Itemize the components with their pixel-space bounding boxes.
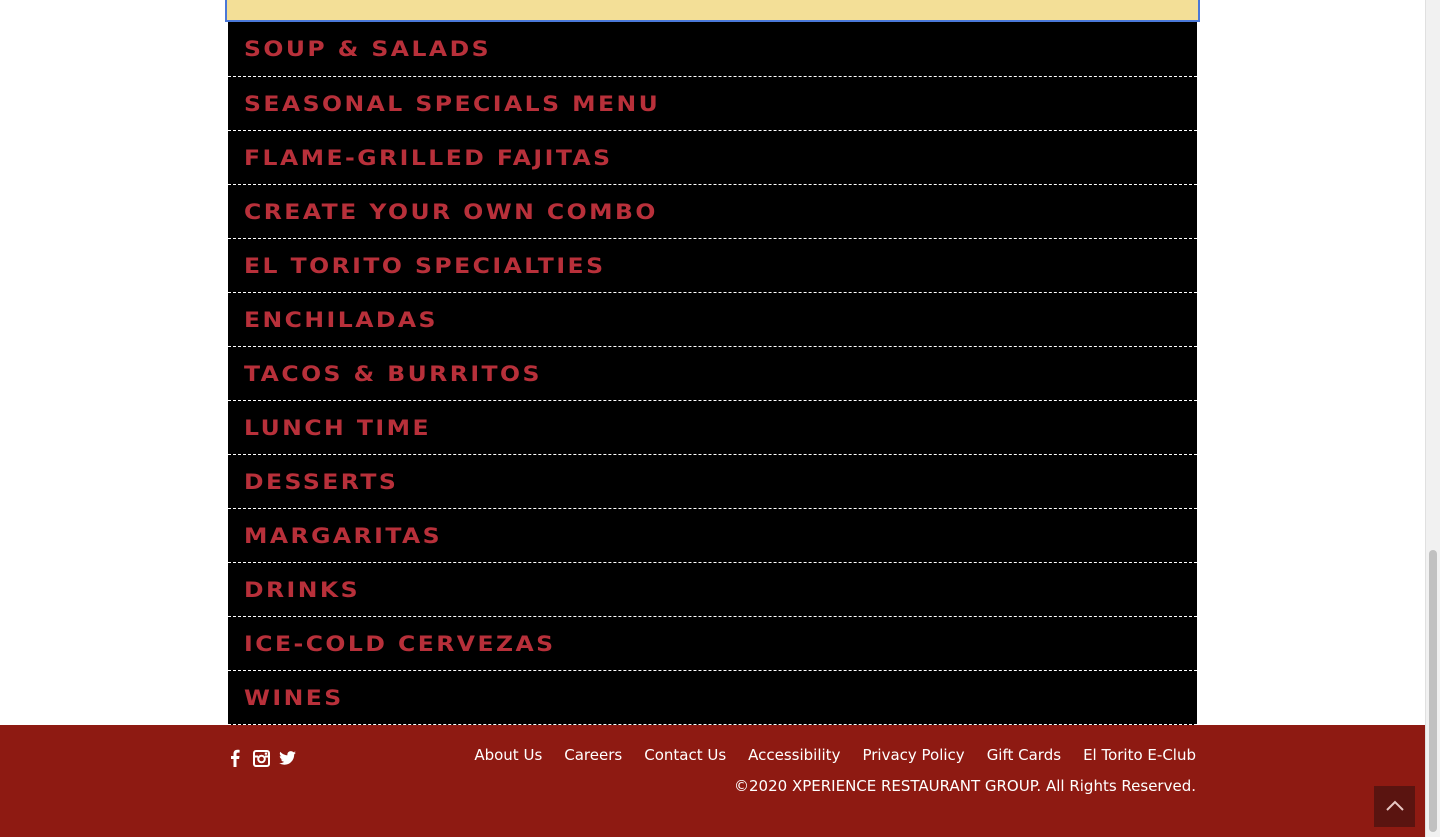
instagram-icon[interactable]: [252, 749, 270, 767]
footer-link-eclub[interactable]: El Torito E-Club: [1083, 746, 1196, 764]
active-menu-item-bar[interactable]: [225, 0, 1200, 22]
menu-section: SOUP & SALADS SEASONAL SPECIALS MENU FLA…: [225, 0, 1200, 725]
social-links: [226, 749, 296, 767]
menu-item-tacos-burritos[interactable]: TACOS & BURRITOS: [228, 347, 1197, 401]
chevron-up-icon: [1385, 798, 1404, 816]
footer-nav: About Us Careers Contact Us Accessibilit…: [474, 746, 1196, 764]
menu-list: SOUP & SALADS SEASONAL SPECIALS MENU FLA…: [228, 22, 1197, 725]
menu-item-seasonal-specials[interactable]: SEASONAL SPECIALS MENU: [228, 77, 1197, 131]
menu-item-fajitas[interactable]: FLAME-GRILLED FAJITAS: [228, 131, 1197, 185]
menu-item-enchiladas[interactable]: ENCHILADAS: [228, 293, 1197, 347]
scrollbar-thumb[interactable]: [1429, 550, 1437, 832]
menu-item-specialties[interactable]: EL TORITO SPECIALTIES: [228, 239, 1197, 293]
menu-item-lunch-time[interactable]: LUNCH TIME: [228, 401, 1197, 455]
menu-item-wines[interactable]: WINES: [228, 671, 1197, 725]
menu-item-combo[interactable]: CREATE YOUR OWN COMBO: [228, 185, 1197, 239]
menu-item-desserts[interactable]: DESSERTS: [228, 455, 1197, 509]
page: SOUP & SALADS SEASONAL SPECIALS MENU FLA…: [0, 0, 1440, 837]
page-scrollbar[interactable]: [1425, 0, 1440, 837]
footer-link-accessibility[interactable]: Accessibility: [748, 746, 840, 764]
twitter-icon[interactable]: [278, 749, 296, 767]
footer-link-about[interactable]: About Us: [474, 746, 542, 764]
copyright-text: ©2020 XPERIENCE RESTAURANT GROUP. All Ri…: [734, 777, 1196, 795]
footer-link-gift-cards[interactable]: Gift Cards: [987, 746, 1061, 764]
menu-item-soup-salads[interactable]: SOUP & SALADS: [228, 22, 1197, 77]
menu-item-drinks[interactable]: DRINKS: [228, 563, 1197, 617]
facebook-icon[interactable]: [226, 749, 244, 767]
menu-item-cervezas[interactable]: ICE-COLD CERVEZAS: [228, 617, 1197, 671]
menu-item-margaritas[interactable]: MARGARITAS: [228, 509, 1197, 563]
footer-link-contact[interactable]: Contact Us: [644, 746, 726, 764]
footer-link-privacy[interactable]: Privacy Policy: [862, 746, 964, 764]
footer: About Us Careers Contact Us Accessibilit…: [0, 725, 1425, 837]
back-to-top-button[interactable]: [1374, 786, 1415, 827]
footer-link-careers[interactable]: Careers: [564, 746, 622, 764]
